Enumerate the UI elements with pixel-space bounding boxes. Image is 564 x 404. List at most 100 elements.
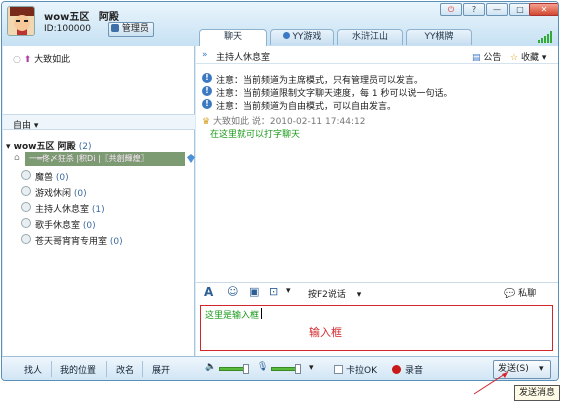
power-icon: ⏻ — [447, 5, 455, 14]
speaker-slider-handle[interactable] — [243, 364, 249, 374]
tab-shuihu[interactable]: 水浒江山 — [337, 29, 403, 45]
title-bar: wow五区 阿殿 ID:100000 管理员 ⏻ ? — □ ✕ 聊天 YY游戏… — [2, 2, 558, 46]
minimize-button[interactable]: — — [486, 3, 508, 16]
user-display-name: wow五区 阿殿 — [44, 8, 119, 23]
chat-timestamp: 说：2010-02-11 17:44:12 — [251, 117, 366, 127]
speaker-icon[interactable]: 🔈 — [205, 362, 216, 372]
karaoke-label: 卡拉OK — [346, 366, 377, 376]
screenshot-icon[interactable]: ▣ — [249, 285, 259, 298]
private-chat-label: 私聊 — [518, 289, 537, 299]
favorite-button[interactable]: ☆ 收藏 ▾ — [510, 50, 546, 63]
chat-header-title: 主持人休息室 — [216, 53, 271, 63]
forward-icon: » — [202, 50, 208, 60]
chat-message-text: 在这里就可以打字聊天 — [210, 130, 301, 140]
tab-yy-games-label: YY游戏 — [292, 32, 322, 42]
admin-badge-label: 管理员 — [121, 24, 149, 34]
sub-channel-item[interactable]: 魔兽 (0) — [21, 170, 69, 183]
close-button[interactable]: ✕ — [529, 3, 558, 16]
sub-channel-name: 主持人休息室 — [35, 205, 90, 215]
chevron-down-icon: ▾ — [356, 290, 362, 300]
chevron-down-icon: ▾ — [33, 121, 39, 131]
info-icon: ! — [202, 86, 212, 96]
mic-slider-handle[interactable] — [295, 364, 301, 374]
sub-channel-item[interactable]: 歌手休息室 (0) — [21, 218, 96, 231]
chat-header: » 主持人休息室 ▤ 公告 ☆ 收藏 ▾ — [196, 46, 558, 64]
annotation-arrow — [473, 371, 509, 395]
star-icon: ☆ — [510, 53, 519, 63]
channel-root-count: (2) — [78, 142, 92, 152]
announcement-button[interactable]: ▤ 公告 — [472, 50, 501, 63]
sub-channel-name: 苍天哥宵宵专用室 — [35, 237, 108, 247]
user-badge-icon: ⬆ — [23, 55, 32, 65]
karaoke-checkbox[interactable] — [334, 365, 343, 374]
top-user-item[interactable]: ○ ⬆ 大致如此 — [13, 52, 70, 65]
talk-mode-dropdown[interactable]: 按F2说话 ▾ — [308, 287, 361, 300]
send-options-icon[interactable]: ▾ — [539, 361, 544, 378]
maximize-button[interactable]: □ — [509, 3, 531, 16]
help-button[interactable]: ⏻ — [440, 3, 462, 16]
message-input[interactable]: 这里是输入框 输入框 — [200, 305, 553, 351]
announcement-icon: ▤ — [472, 53, 481, 63]
mode-bar: 自由 ▾ — [3, 114, 195, 131]
channel-root[interactable]: ▾ wow五区 阿殿 (2) — [6, 139, 92, 152]
sub-channel-count: (0) — [73, 189, 87, 199]
separator — [106, 361, 107, 377]
sub-channel-count: (0) — [82, 221, 96, 231]
private-chat-button[interactable]: 💬 私聊 — [504, 286, 536, 299]
send-tooltip: 发送消息 — [514, 385, 560, 401]
my-location-button[interactable]: 我的位置 — [60, 363, 96, 376]
mode-dropdown[interactable]: 自由 ▾ — [13, 118, 38, 131]
collapse-icon: ▾ — [6, 142, 11, 152]
lock-icon — [21, 186, 31, 196]
sub-channel-name: 魔兽 — [35, 173, 54, 183]
channel-icon — [21, 234, 31, 244]
chevron-down-icon: ▾ — [541, 53, 547, 63]
rename-button[interactable]: 改名 — [116, 363, 134, 376]
channel-root-name: wow五区 阿殿 — [13, 142, 76, 152]
emoticon-icon[interactable]: ☺ — [227, 285, 238, 298]
tab-chat[interactable]: 聊天 — [199, 29, 267, 46]
admin-badge[interactable]: 管理员 — [108, 22, 154, 37]
image-dropdown-icon[interactable]: ▾ — [286, 286, 291, 296]
separator — [51, 361, 52, 377]
notice-text: 注意：当前频道为自由模式，可以自由发言。 — [216, 102, 397, 112]
chat-sender[interactable]: 大致如此 — [213, 117, 249, 127]
record-icon[interactable] — [392, 365, 401, 374]
microphone-icon[interactable]: 🎙 — [257, 362, 268, 372]
announcement-label: 公告 — [483, 53, 502, 63]
image-icon[interactable]: ⊡ — [269, 285, 278, 298]
user-id: ID:100000 — [44, 24, 91, 34]
yy-main-window: wow五区 阿殿 ID:100000 管理员 ⏻ ? — □ ✕ 聊天 YY游戏… — [1, 1, 559, 381]
selected-user-row[interactable]: ⌂ 一═佟〆狂杀 |积Di |〖共創輝煌〗 — [14, 152, 185, 166]
favorite-label: 收藏 — [520, 53, 539, 63]
sub-channel-count: (0) — [109, 237, 123, 247]
diamond-icon — [187, 154, 195, 163]
talk-mode-label: 按F2说话 — [308, 290, 346, 300]
channel-panel: ○ ⬆ 大致如此 自由 ▾ ▾ wow五区 阿殿 (2) ⌂ 一═佟〆狂杀 |积… — [3, 46, 195, 356]
tab-yy-games[interactable]: YY游戏 — [270, 29, 334, 45]
sub-channel-item[interactable]: 游戏休闲 (0) — [21, 186, 87, 199]
notice-text: 注意：当前频道限制文字聊天速度，每 1 秒可以说一句话。 — [216, 89, 453, 99]
font-icon[interactable]: A — [204, 285, 213, 299]
avatar[interactable] — [7, 6, 35, 36]
help-button-2[interactable]: ? — [463, 3, 485, 16]
admin-icon — [111, 24, 119, 32]
notice-text: 注意：当前频道为主席模式，只有管理员可以发言。 — [216, 76, 424, 86]
game-icon — [282, 32, 290, 39]
sub-channel-count: (1) — [91, 205, 105, 215]
sub-channel-count: (0) — [55, 173, 69, 183]
audio-dropdown-icon[interactable]: ▾ — [309, 363, 314, 373]
tab-yy-chess[interactable]: YY棋牌 — [406, 29, 472, 45]
input-toolbar: A ☺ ▣ ⊡ ▾ 按F2说话 ▾ 💬 私聊 — [196, 282, 558, 302]
chat-message-header: ♛ 大致如此 说：2010-02-11 17:44:12 — [202, 114, 365, 127]
selected-user-name: 一═佟〆狂杀 |积Di |〖共創輝煌〗 — [29, 154, 149, 163]
record-label[interactable]: 录音 — [405, 363, 423, 376]
lock-icon — [21, 218, 31, 228]
sub-channel-item[interactable]: 苍天哥宵宵专用室 (0) — [21, 234, 123, 247]
user-server: wow五区 — [44, 12, 90, 23]
message-input-text: 这里是输入框 — [205, 311, 260, 321]
find-user-button[interactable]: 找人 — [24, 363, 42, 376]
expand-button[interactable]: 展开 — [152, 363, 170, 376]
info-icon: ! — [202, 99, 212, 109]
sub-channel-item[interactable]: 主持人休息室 (1) — [21, 202, 105, 215]
